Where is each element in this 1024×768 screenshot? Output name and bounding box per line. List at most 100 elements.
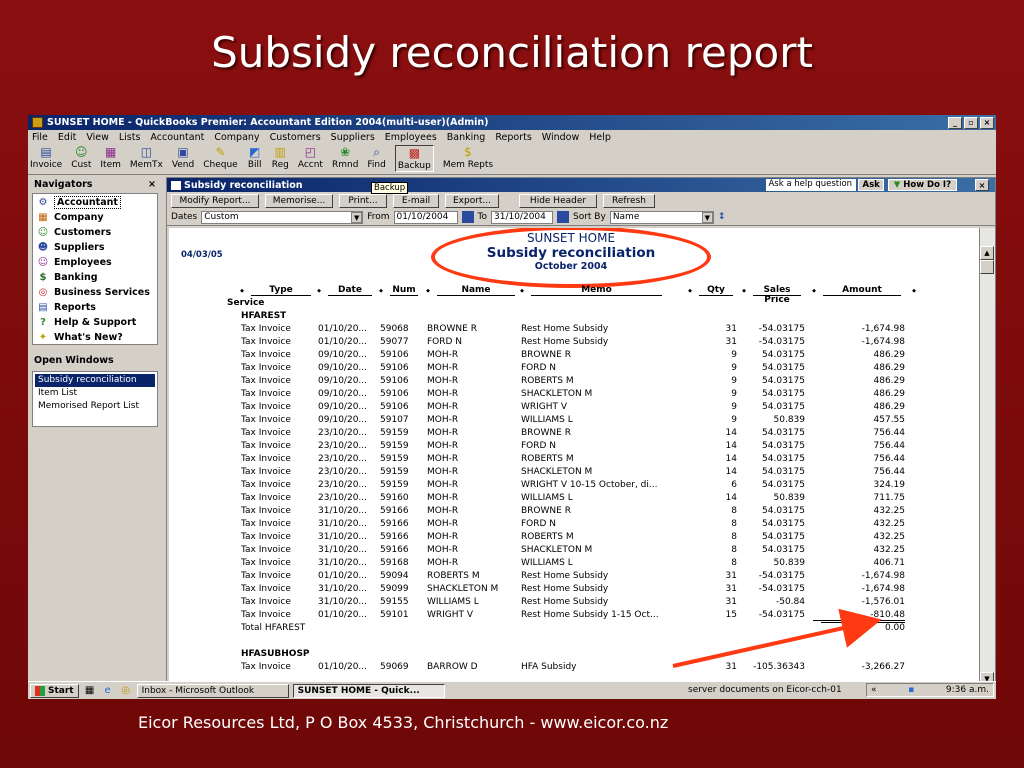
menu-edit[interactable]: Edit — [58, 132, 76, 143]
desktop-icon[interactable]: ▦ — [83, 684, 97, 697]
table-row[interactable]: Tax Invoice 09/10/20... 59107 MOH-R WILLIAMS… — [169, 414, 979, 427]
ask-button[interactable]: Ask — [858, 179, 884, 191]
calendar-icon[interactable] — [461, 211, 474, 223]
nav-item-company[interactable]: ▦ Company — [34, 210, 156, 225]
report-hide-header-button[interactable]: Hide Header — [519, 193, 597, 208]
scroll-up-icon[interactable]: ▲ — [980, 246, 994, 260]
table-row[interactable]: Tax Invoice 23/10/20... 59159 MOH-R SHACKLET… — [169, 466, 979, 479]
menu-company[interactable]: Company — [214, 132, 259, 143]
toolbar-accnt-button[interactable]: ◰ Accnt — [298, 145, 323, 170]
table-row[interactable]: Tax Invoice 09/10/20... 59106 MOH-R ROBERTS … — [169, 375, 979, 388]
column-header-memo[interactable]: Memo — [531, 285, 662, 296]
sort-by-select[interactable]: Name ▼ — [609, 210, 714, 224]
table-row[interactable]: Service — [169, 297, 979, 310]
toolbar-invoice-button[interactable]: ▤ Invoice — [30, 145, 62, 170]
column-header-qty[interactable]: Qty — [699, 285, 733, 296]
restore-button[interactable]: ▫ — [964, 116, 978, 129]
table-row[interactable]: Tax Invoice 23/10/20... 59159 MOH-R FORD N 14… — [169, 440, 979, 453]
table-row[interactable]: Tax Invoice 01/10/20... 59077 FORD N Rest Ho… — [169, 336, 979, 349]
nav-item-what-s-new[interactable]: ✦ What's New? — [34, 330, 156, 345]
table-row[interactable]: Tax Invoice 23/10/20... 59159 MOH-R ROBERTS … — [169, 453, 979, 466]
report-modify-report-button[interactable]: Modify Report... — [171, 193, 259, 208]
nav-item-help-support[interactable]: ? Help & Support — [34, 315, 156, 330]
nav-item-banking[interactable]: $ Banking — [34, 270, 156, 285]
close-button[interactable]: × — [980, 116, 994, 129]
nav-item-accountant[interactable]: ⚙ Accountant — [34, 195, 156, 210]
table-row[interactable]: Tax Invoice 01/10/20... 59069 BARROW D HFA S… — [169, 661, 979, 674]
toolbar-item-button[interactable]: ▦ Item — [100, 145, 121, 170]
toolbar-memtx-button[interactable]: ◫ MemTx — [130, 145, 163, 170]
toolbar-cheque-button[interactable]: ✎ Cheque — [203, 145, 237, 170]
menu-employees[interactable]: Employees — [385, 132, 437, 143]
table-row[interactable]: Tax Invoice 31/10/20... 59166 MOH-R FORD N 8 5… — [169, 518, 979, 531]
scroll-thumb[interactable] — [980, 260, 994, 274]
table-row[interactable]: Tax Invoice 01/10/20... 59101 WRIGHT V Rest … — [169, 609, 979, 622]
toolbar-bill-button[interactable]: ◩ Bill — [247, 145, 263, 170]
report-scrollbar[interactable]: ▲ ▼ — [979, 228, 995, 686]
from-date-input[interactable]: 01/10/2004 — [393, 210, 458, 224]
menu-window[interactable]: Window — [542, 132, 579, 143]
nav-item-suppliers[interactable]: ☻ Suppliers — [34, 240, 156, 255]
table-row[interactable]: Tax Invoice 23/10/20... 59159 MOH-R BROWNE R… — [169, 427, 979, 440]
menu-view[interactable]: View — [86, 132, 109, 143]
menu-accountant[interactable]: Accountant — [150, 132, 204, 143]
menu-help[interactable]: Help — [589, 132, 611, 143]
open-window-item[interactable]: Subsidy reconciliation — [35, 374, 155, 387]
navigators-close-button[interactable]: × — [148, 179, 156, 190]
report-export-button[interactable]: Export... — [445, 193, 499, 208]
toolbar-find-button[interactable]: ⌕ Find — [367, 145, 385, 170]
sort-direction-icon[interactable]: ↕ — [718, 212, 726, 222]
internet-explorer-icon[interactable]: e — [101, 684, 115, 697]
report-memorise-button[interactable]: Memorise... — [265, 193, 333, 208]
open-window-item[interactable]: Memorised Report List — [35, 400, 155, 413]
toolbar-reg-button[interactable]: ▥ Reg — [272, 145, 289, 170]
menu-file[interactable]: File — [32, 132, 48, 143]
table-row[interactable]: Tax Invoice 23/10/20... 59160 MOH-R WILLIAMS… — [169, 492, 979, 505]
minimize-button[interactable]: _ — [948, 116, 962, 129]
taskbar-outlook[interactable]: Inbox - Microsoft Outlook — [136, 683, 289, 698]
help-question-input[interactable]: Ask a help question — [766, 179, 857, 191]
table-row[interactable]: Tax Invoice 09/10/20... 59106 MOH-R WRIGHT V… — [169, 401, 979, 414]
report-refresh-button[interactable]: Refresh — [603, 193, 655, 208]
toolbar-vend-button[interactable]: ▣ Vend — [172, 145, 194, 170]
nav-item-business-services[interactable]: ◎ Business Services — [34, 285, 156, 300]
table-row[interactable]: Tax Invoice 31/10/20... 59166 MOH-R BROWNE R… — [169, 505, 979, 518]
nav-item-reports[interactable]: ▤ Reports — [34, 300, 156, 315]
table-row[interactable]: Tax Invoice 31/10/20... 59155 WILLIAMS L Res… — [169, 596, 979, 609]
nav-item-customers[interactable]: ☺ Customers — [34, 225, 156, 240]
report-e-mail-button[interactable]: E-mail — [393, 193, 439, 208]
report-close-button[interactable]: × — [975, 179, 989, 191]
table-row[interactable]: Tax Invoice 09/10/20... 59106 MOH-R BROWNE R… — [169, 349, 979, 362]
dates-select[interactable]: Custom ▼ — [201, 210, 364, 224]
table-row[interactable]: Tax Invoice 31/10/20... 59099 SHACKLETON M R… — [169, 583, 979, 596]
column-header-num[interactable]: Num — [390, 285, 418, 296]
toolbar-rmnd-button[interactable]: ❀ Rmnd — [332, 145, 358, 170]
outlook-icon[interactable]: ◎ — [119, 684, 133, 697]
column-header-date[interactable]: Date — [328, 285, 372, 296]
table-row[interactable]: HFASUBHOSP — [169, 648, 979, 661]
column-header-sales-price[interactable]: Sales Price — [753, 285, 801, 305]
menu-customers[interactable]: Customers — [270, 132, 321, 143]
blank-row[interactable] — [169, 635, 979, 648]
open-window-item[interactable]: Item List — [35, 387, 155, 400]
start-button[interactable]: Start — [30, 683, 79, 698]
column-header-type[interactable]: Type — [251, 285, 311, 296]
toolbar-backup-button[interactable]: ▩ Backup — [394, 145, 434, 172]
table-row[interactable]: Tax Invoice 31/10/20... 59166 MOH-R SHACKLET… — [169, 544, 979, 557]
table-row[interactable]: Tax Invoice 01/10/20... 59068 BROWNE R Rest … — [169, 323, 979, 336]
column-header-name[interactable]: Name — [437, 285, 515, 296]
toolbar-mem-repts-button[interactable]: $ Mem Repts — [443, 145, 493, 170]
table-row[interactable]: Tax Invoice 01/10/20... 59094 ROBERTS M Rest… — [169, 570, 979, 583]
table-row[interactable]: Tax Invoice 23/10/20... 59159 MOH-R WRIGHT V… — [169, 479, 979, 492]
nav-item-employees[interactable]: ☺ Employees — [34, 255, 156, 270]
table-row[interactable]: Tax Invoice 31/10/20... 59166 MOH-R ROBERTS … — [169, 531, 979, 544]
menu-banking[interactable]: Banking — [447, 132, 486, 143]
tray-expand-icon[interactable]: « — [871, 685, 877, 695]
how-do-i-button[interactable]: ▼ How Do I? — [887, 179, 957, 191]
menu-suppliers[interactable]: Suppliers — [331, 132, 375, 143]
table-row[interactable]: Total HFAREST 0.00 — [169, 622, 979, 635]
table-row[interactable]: Tax Invoice 09/10/20... 59106 MOH-R SHACKLET… — [169, 388, 979, 401]
table-row[interactable]: Tax Invoice 09/10/20... 59106 MOH-R FORD N 9 5… — [169, 362, 979, 375]
table-row[interactable]: Tax Invoice 31/10/20... 59168 MOH-R WILLIAMS… — [169, 557, 979, 570]
menu-lists[interactable]: Lists — [119, 132, 141, 143]
